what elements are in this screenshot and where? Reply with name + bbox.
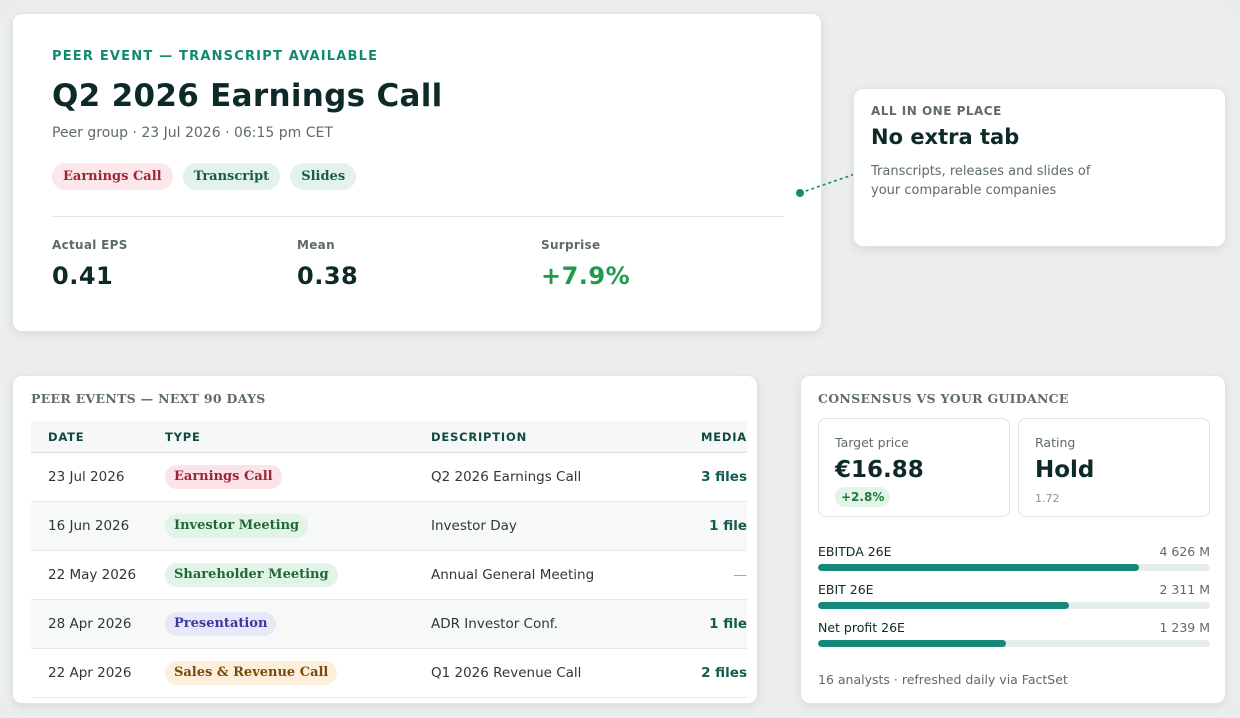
metric-bar-track [818,640,1210,647]
featured-event-chips: Earnings Call Transcript Slides [52,163,357,190]
column-header-type[interactable]: TYPE [165,430,431,444]
event-media-link[interactable]: 3 files [701,469,747,485]
rating-value: Hold [1035,457,1095,483]
target-price-delta-badge: +2.8% [835,487,891,507]
callout-card: ALL IN ONE PLACE No extra tab Transcript… [853,88,1226,247]
consensus-card: CONSENSUS VS YOUR GUIDANCE Target price … [800,375,1226,704]
stat-surprise: Surprise +7.9% [541,238,630,290]
column-header-date[interactable]: DATE [31,430,165,444]
event-description: ADR Investor Conf. [431,616,558,632]
event-media-link[interactable]: 1 file [709,616,747,632]
callout-kicker: ALL IN ONE PLACE [871,104,1002,118]
table-row[interactable]: 22 Apr 2026 Sales & Revenue Call Q1 2026… [31,649,747,698]
rating-score: 1.72 [1035,492,1060,505]
event-date: 22 May 2026 [48,567,137,583]
target-price-box: Target price €16.88 +2.8% [818,418,1010,517]
event-date: 28 Apr 2026 [48,616,132,632]
event-type-tag: Shareholder Meeting [165,563,338,587]
event-type-tag: Presentation [165,612,277,636]
featured-event-card[interactable]: PEER EVENT — TRANSCRIPT AVAILABLE Q2 202… [12,13,822,332]
metric-ebit: EBIT 26E 2 311 M [818,582,1210,609]
callout-description: Transcripts, releases and slides of your… [871,164,1091,198]
event-date: 22 Apr 2026 [48,665,132,681]
metric-ebitda: EBITDA 26E 4 626 M [818,544,1210,571]
stat-label: Mean [297,238,335,252]
event-description: Q2 2026 Earnings Call [431,469,582,485]
stat-value: +7.9% [541,262,631,290]
chip-earnings-call[interactable]: Earnings Call [52,163,173,190]
peer-events-card: PEER EVENTS — NEXT 90 DAYS DATE TYPE DES… [12,375,758,704]
event-media-empty: — [733,567,748,583]
featured-event-meta: Peer group · 23 Jul 2026 · 06:15 pm CET [52,125,333,141]
metric-net-profit: Net profit 26E 1 239 M [818,620,1210,647]
stat-mean: Mean 0.38 [297,238,358,290]
event-date: 23 Jul 2026 [48,469,125,485]
chip-transcript[interactable]: Transcript [182,163,281,190]
event-media-link[interactable]: 2 files [701,665,747,681]
metric-value: 4 626 M [1159,544,1210,559]
table-row[interactable]: 16 Jun 2026 Investor Meeting Investor Da… [31,502,747,551]
stat-actual-eps: Actual EPS 0.41 [52,238,128,290]
peer-events-table: DATE TYPE DESCRIPTION MEDIA 23 Jul 2026 … [31,421,747,698]
chip-slides[interactable]: Slides [290,163,357,190]
event-media-link[interactable]: 1 file [709,518,747,534]
event-description: Annual General Meeting [431,567,595,583]
table-row[interactable]: 22 May 2026 Shareholder Meeting Annual G… [31,551,747,600]
metric-bar-track [818,602,1210,609]
column-header-description[interactable]: DESCRIPTION [431,430,687,444]
stat-value: 0.38 [297,262,359,290]
target-price-value: €16.88 [835,457,924,483]
table-row[interactable]: 28 Apr 2026 Presentation ADR Investor Co… [31,600,747,649]
stat-value: 0.41 [52,262,114,290]
consensus-heading: CONSENSUS VS YOUR GUIDANCE [818,391,1069,406]
event-description: Investor Day [431,518,517,534]
rating-box: Rating Hold 1.72 [1018,418,1210,517]
metric-label: Net profit 26E [818,620,905,635]
metric-label: EBITDA 26E [818,544,892,559]
metric-value: 2 311 M [1159,582,1210,597]
event-type-tag: Investor Meeting [165,514,309,538]
peer-events-heading: PEER EVENTS — NEXT 90 DAYS [31,391,266,406]
callout-title: No extra tab [871,125,1020,149]
event-date: 16 Jun 2026 [48,518,130,534]
rating-label: Rating [1035,435,1076,450]
stat-label: Actual EPS [52,238,128,252]
event-type-tag: Earnings Call [165,465,282,489]
event-description: Q1 2026 Revenue Call [431,665,582,681]
metric-bar-fill [818,640,1007,647]
divider [52,216,784,217]
event-type-tag: Sales & Revenue Call [165,661,338,685]
featured-event-kicker: PEER EVENT — TRANSCRIPT AVAILABLE [52,49,379,64]
metric-bar-fill [818,602,1069,609]
table-row[interactable]: 23 Jul 2026 Earnings Call Q2 2026 Earnin… [31,453,747,502]
metric-label: EBIT 26E [818,582,874,597]
metric-bar-fill [818,564,1140,571]
target-price-label: Target price [835,435,909,450]
column-header-media[interactable]: MEDIA [687,430,747,444]
metric-value: 1 239 M [1159,620,1210,635]
featured-event-title: Q2 2026 Earnings Call [52,78,443,114]
stat-label: Surprise [541,238,601,252]
metric-bar-track [818,564,1210,571]
consensus-footer: 16 analysts · refreshed daily via FactSe… [818,672,1068,687]
table-header: DATE TYPE DESCRIPTION MEDIA [31,421,747,453]
